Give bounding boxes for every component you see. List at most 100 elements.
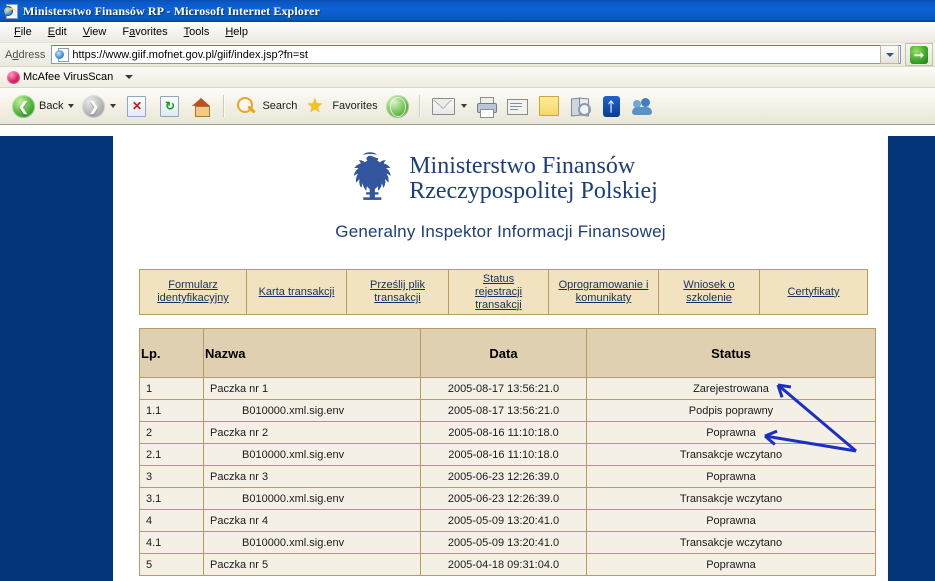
refresh-icon: ↻: [160, 95, 180, 117]
page-subtitle: Generalny Inspektor Informacji Finansowe…: [335, 222, 666, 241]
nav-tab-7[interactable]: Certyfikaty: [760, 270, 867, 314]
menu-item-help[interactable]: Help: [217, 25, 256, 39]
nav-tab-label-line: Status: [482, 272, 515, 285]
cell-lp: 1: [139, 377, 204, 400]
table-row: 3 Paczka nr 3 2005-06-23 12:26:39.0 Poprawn…: [139, 465, 876, 488]
polish-eagle-crest-icon: [343, 150, 397, 208]
address-input[interactable]: https://www.giif.mofnet.gov.pl/giif/inde…: [51, 45, 901, 64]
cell-status: Poprawna: [586, 421, 876, 444]
forward-button[interactable]: ❯: [78, 91, 120, 121]
nav-tab-link-1[interactable]: Formularz identyfikacyjny: [157, 279, 229, 305]
notes-button[interactable]: [533, 91, 565, 121]
nav-tab-2[interactable]: Karta transakcji: [247, 270, 347, 314]
go-arrow-icon: ➞: [910, 45, 928, 64]
address-dropdown-button[interactable]: [880, 45, 899, 64]
ministry-name-line-2: Rzeczypospolitej Polskiej: [409, 178, 658, 204]
nav-tab-label-line: transakcji: [374, 292, 421, 304]
cell-data: 2005-05-09 13:20:41.0: [420, 509, 587, 532]
browser-toolbar: ❮ Back ❯ ✕ ↻ Search ★ Favorites ᛏ: [0, 88, 935, 125]
research-icon: [569, 95, 592, 118]
mcafee-shield-icon: [7, 70, 20, 84]
menu-label-help: elp: [233, 26, 248, 38]
forward-history-chevron-down-icon[interactable]: [110, 104, 117, 108]
menu-item-favorites[interactable]: Favorites: [114, 25, 175, 39]
home-icon: [190, 95, 213, 118]
forward-icon: ❯: [82, 94, 106, 118]
print-button[interactable]: [471, 91, 502, 121]
search-button[interactable]: Search: [231, 91, 301, 121]
stop-icon: ✕: [127, 95, 147, 117]
mail-button[interactable]: [427, 91, 471, 121]
home-button[interactable]: [186, 91, 217, 121]
cell-lp: 2.1: [139, 443, 204, 466]
table-row: 3.1 B010000.xml.sig.env 2005-06-23 12:26:3…: [139, 487, 876, 510]
ministry-name-block: Ministerstwo Finansów Rzeczypospolitej P…: [409, 154, 658, 204]
back-label: Back: [39, 100, 64, 112]
cell-lp: 1.1: [139, 399, 204, 422]
nav-tabs: Formularz identyfikacyjny Karta transakcji…: [139, 269, 868, 315]
menu-item-view[interactable]: View: [75, 25, 115, 39]
ministry-name-line-1: Ministerstwo Finansów: [409, 153, 636, 179]
toolbar-separator-2: [418, 95, 421, 117]
messenger-button[interactable]: [627, 91, 658, 121]
cell-lp: 4.1: [139, 531, 204, 554]
page-viewport: Ministerstwo Finansów Rzeczypospolitej P…: [0, 136, 935, 581]
back-icon: ❮: [12, 94, 35, 118]
history-button[interactable]: [382, 91, 413, 121]
cell-nazwa: B010000.xml.sig.env: [203, 399, 421, 422]
table-row: 2.1 B010000.xml.sig.env 2005-08-16 11:10:1…: [139, 443, 876, 466]
cell-status: Poprawna: [586, 509, 876, 532]
menu-item-edit[interactable]: Edit: [40, 25, 75, 39]
mcafee-label[interactable]: McAfee VirusScan: [23, 71, 113, 83]
cell-status: Transakcje wczytano: [586, 531, 876, 554]
menu-label-edit: dit: [55, 26, 67, 38]
column-header-lp: Lp.: [139, 328, 204, 378]
nav-tab-link-4[interactable]: Status rejestracji transakcji: [475, 273, 522, 312]
menu-label-favorites: vorites: [135, 26, 168, 38]
nav-tab-label-line: transakcji: [475, 298, 522, 311]
nav-tab-link-5[interactable]: Oprogramowanie i komunikaty: [559, 279, 649, 305]
nav-tab-1[interactable]: Formularz identyfikacyjny: [140, 270, 247, 314]
cell-nazwa: Paczka nr 3: [203, 465, 421, 488]
nav-tab-link-3[interactable]: Prześlij plik transakcji: [370, 279, 425, 305]
cell-status: Zarejestrowana: [586, 377, 876, 400]
stop-button[interactable]: ✕: [120, 91, 153, 121]
table-row: 1 Paczka nr 1 2005-08-17 13:56:21.0 Zarejes…: [139, 377, 876, 400]
column-header-data: Data: [420, 328, 587, 378]
research-button[interactable]: [565, 91, 596, 121]
nav-tab-label-line: Karta transakcji: [258, 285, 335, 298]
menu-item-file[interactable]: File: [6, 25, 40, 39]
favorites-star-icon: ★: [306, 95, 324, 117]
table-row: 5 Paczka nr 5 2005-04-18 09:31:04.0 Poprawn…: [139, 553, 876, 576]
nav-tab-4[interactable]: Status rejestracji transakcji: [449, 270, 549, 314]
nav-tab-6[interactable]: Wniosek o szkolenie: [659, 270, 760, 314]
nav-tab-label-line: Prześlij plik: [369, 279, 425, 291]
mcafee-chevron-down-icon[interactable]: [125, 75, 134, 79]
nav-tab-link-6[interactable]: Wniosek o szkolenie: [683, 279, 734, 305]
menu-item-tools[interactable]: Tools: [176, 25, 218, 39]
go-button[interactable]: ➞: [905, 43, 933, 66]
nav-tab-label-line: rejestracji: [474, 285, 523, 298]
toolbar-separator-1: [223, 95, 226, 117]
back-history-chevron-down-icon[interactable]: [68, 104, 75, 108]
refresh-button[interactable]: ↻: [153, 91, 186, 121]
address-bar: Address https://www.giif.mofnet.gov.pl/g…: [0, 43, 935, 67]
bluetooth-button[interactable]: ᛏ: [596, 91, 627, 121]
cell-lp: 4: [139, 509, 204, 532]
favorites-button[interactable]: ★ Favorites: [301, 91, 381, 121]
nav-tab-3[interactable]: Prześlij plik transakcji: [347, 270, 449, 314]
column-header-nazwa: Nazwa: [203, 328, 421, 378]
back-button[interactable]: ❮ Back: [8, 91, 78, 121]
table-row: 4 Paczka nr 4 2005-05-09 13:20:41.0 Poprawn…: [139, 509, 876, 532]
table-body: 1 Paczka nr 1 2005-08-17 13:56:21.0 Zarejes…: [139, 377, 876, 576]
mail-chevron-down-icon[interactable]: [460, 104, 467, 108]
nav-tab-label-line: identyfikacyjny: [157, 292, 229, 304]
edit-button[interactable]: [502, 91, 533, 121]
nav-tab-5[interactable]: Oprogramowanie i komunikaty: [549, 270, 659, 314]
nav-tab-link-7[interactable]: Certyfikaty: [788, 286, 840, 299]
cell-lp: 3: [139, 465, 204, 488]
bluetooth-icon: ᛏ: [602, 95, 620, 117]
nav-tab-link-2[interactable]: Karta transakcji: [259, 286, 335, 299]
cell-status: Transakcje wczytano: [586, 487, 876, 510]
table-row: 1.1 B010000.xml.sig.env 2005-08-17 13:56:2…: [139, 399, 876, 422]
